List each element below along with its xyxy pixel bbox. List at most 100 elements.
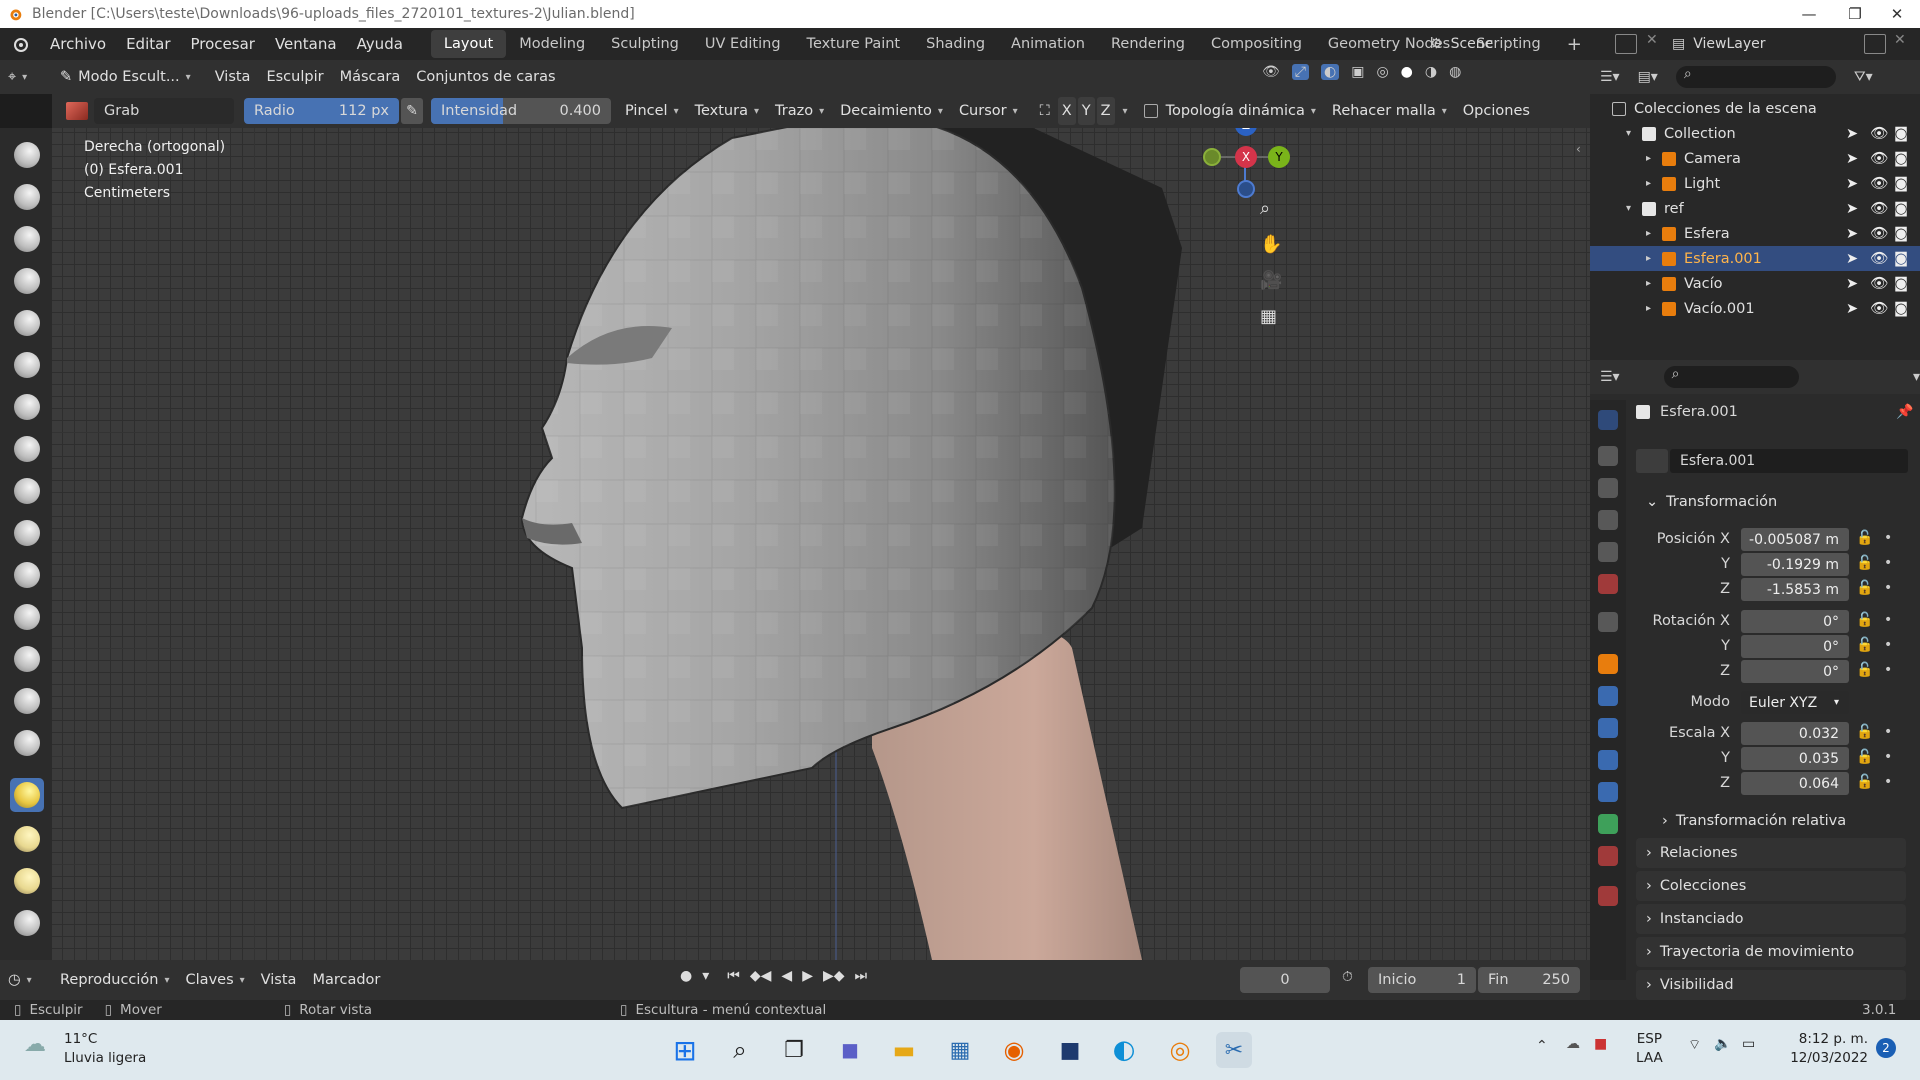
lock-icon[interactable]: 🔓: [1856, 612, 1873, 628]
textura-dropdown[interactable]: Textura ▾: [687, 97, 767, 125]
texture-tab-icon[interactable]: [1598, 886, 1618, 906]
gizmo-neg-z-axis[interactable]: [1237, 180, 1255, 198]
menu-ventana[interactable]: Ventana: [265, 28, 347, 60]
close-button[interactable]: ✕: [1874, 0, 1920, 28]
rotation-mode-dropdown[interactable]: Euler XYZ ▾: [1741, 691, 1849, 714]
lock-icon[interactable]: 🔓: [1856, 662, 1873, 678]
decaimiento-dropdown[interactable]: Decaimiento ▾: [832, 97, 951, 125]
render-camera-icon[interactable]: ◙: [1894, 251, 1908, 267]
tab-sculpting[interactable]: Sculpting: [598, 30, 692, 58]
select-toggle-icon[interactable]: ➤: [1846, 151, 1858, 167]
constraints-tab-icon[interactable]: [1598, 782, 1618, 802]
tool-tab-icon[interactable]: [1598, 410, 1618, 430]
expand-arrow-icon[interactable]: ▸: [1646, 228, 1662, 239]
mode-dropdown[interactable]: ✎ Modo Escult... ▾: [52, 63, 199, 91]
transform-section-header[interactable]: ⌄ Transformación: [1636, 487, 1906, 517]
cursor-dropdown[interactable]: Cursor ▾: [951, 97, 1026, 125]
keyframe-dot-icon[interactable]: •: [1884, 774, 1892, 790]
outliner-row-camera[interactable]: ▸ Camera ➤ 👁 ◙: [1590, 146, 1920, 171]
tool-smooth[interactable]: [10, 516, 44, 550]
camera-view-icon[interactable]: 🎥: [1260, 270, 1282, 291]
render-camera-icon[interactable]: ◙: [1894, 276, 1908, 292]
gizmo-toggle-icon[interactable]: ⤢: [1291, 64, 1309, 80]
tool-layer[interactable]: [10, 348, 44, 382]
3d-viewport[interactable]: Derecha (ortogonal) (0) Esfera.001 Centi…: [52, 128, 1590, 960]
tab-uv-editing[interactable]: UV Editing: [692, 30, 794, 58]
keyframe-dot-icon[interactable]: •: [1884, 555, 1892, 571]
outliner-search-input[interactable]: ⌕: [1675, 66, 1836, 88]
current-frame-field[interactable]: 0: [1240, 967, 1330, 993]
keyframe-dot-icon[interactable]: •: [1884, 580, 1892, 596]
keyframe-dot-icon[interactable]: •: [1884, 724, 1892, 740]
editor-type-dropdown[interactable]: ⌖ ▾: [0, 63, 52, 91]
store-icon[interactable]: ▦: [942, 1032, 978, 1068]
tool-blob[interactable]: [10, 432, 44, 466]
tool-draw-sharp[interactable]: [10, 180, 44, 214]
outliner-row-collection[interactable]: ▾ Collection ➤ 👁 ◙: [1590, 121, 1920, 146]
tool-thumb[interactable]: [10, 906, 44, 940]
tool-fill[interactable]: [10, 600, 44, 634]
lock-icon[interactable]: 🔓: [1856, 530, 1873, 546]
render-camera-icon[interactable]: ◙: [1894, 176, 1908, 192]
select-toggle-icon[interactable]: ➤: [1846, 276, 1858, 292]
start-windows-icon[interactable]: ⊞: [667, 1032, 703, 1068]
render-camera-icon[interactable]: ◙: [1894, 301, 1908, 317]
sidebar-toggle-icon[interactable]: ‹: [1576, 142, 1581, 156]
tool-elastic-deform[interactable]: [10, 822, 44, 856]
sculpt-head-mesh[interactable]: [52, 128, 1590, 960]
properties-search-input[interactable]: ⌕: [1663, 366, 1799, 388]
tab-rendering[interactable]: Rendering: [1098, 30, 1198, 58]
task-view-icon[interactable]: ❐: [776, 1032, 812, 1068]
lock-icon[interactable]: 🔓: [1856, 555, 1873, 571]
symmetry-z-toggle[interactable]: Z: [1096, 97, 1115, 125]
record-icon[interactable]: ●: [680, 968, 692, 984]
keyframe-dot-icon[interactable]: •: [1884, 749, 1892, 765]
render-camera-icon[interactable]: ◙: [1894, 151, 1908, 167]
expand-arrow-icon[interactable]: ▸: [1646, 153, 1662, 164]
expand-arrow-icon[interactable]: ▾: [1626, 203, 1642, 214]
lock-icon[interactable]: 🔓: [1856, 774, 1873, 790]
material-tab-icon[interactable]: [1598, 846, 1618, 866]
overlay-toggle-icon[interactable]: ◐: [1320, 64, 1340, 80]
dyntopo-checkbox[interactable]: [1143, 104, 1158, 118]
outliner-display-mode-icon[interactable]: ▤▾: [1638, 69, 1658, 85]
eye-icon[interactable]: 👁: [1870, 150, 1888, 167]
menu-editar[interactable]: Editar: [116, 28, 180, 60]
physics-tab-icon[interactable]: [1598, 750, 1618, 770]
remesh-dropdown[interactable]: Rehacer malla ▾: [1324, 97, 1455, 125]
tool-clay[interactable]: [10, 222, 44, 256]
menu-esculpir[interactable]: Esculpir: [258, 63, 331, 91]
ortho-grid-icon[interactable]: ▦: [1260, 306, 1277, 327]
rotation-z-field[interactable]: 0°: [1741, 660, 1849, 683]
section-relaciones[interactable]: › Relaciones: [1636, 838, 1906, 868]
delta-transform-header[interactable]: › Transformación relativa: [1636, 806, 1906, 836]
outliner-editor-type-icon[interactable]: ☰▾: [1600, 69, 1620, 85]
jump-end-icon[interactable]: ⏭: [855, 968, 868, 984]
lock-icon[interactable]: 🔓: [1856, 637, 1873, 653]
lock-icon[interactable]: 🔓: [1856, 749, 1873, 765]
shading-material-icon[interactable]: ◑: [1425, 64, 1437, 80]
shading-solid-icon[interactable]: ●: [1401, 64, 1413, 80]
lock-icon[interactable]: 🔓: [1856, 724, 1873, 740]
render-camera-icon[interactable]: ◙: [1894, 201, 1908, 217]
expand-arrow-icon[interactable]: ▾: [1626, 128, 1642, 139]
viewlayer-selector[interactable]: ▤ ViewLayer: [1672, 30, 1872, 58]
select-toggle-icon[interactable]: ➤: [1846, 251, 1858, 267]
eye-icon[interactable]: 👁: [1870, 200, 1888, 217]
minimize-button[interactable]: —: [1786, 0, 1832, 28]
tool-grab[interactable]: [10, 778, 44, 812]
wifi-icon[interactable]: ⌔: [1688, 1036, 1701, 1054]
dyntopo-dropdown[interactable]: Topología dinámica ▾: [1158, 97, 1324, 125]
scene-selector[interactable]: ⚙ Scene: [1430, 30, 1600, 58]
notification-badge[interactable]: 2: [1876, 1038, 1896, 1058]
app-shield-icon[interactable]: ■: [1052, 1032, 1088, 1068]
strength-slider[interactable]: Intensidad 0.400: [431, 98, 611, 124]
filter-icon[interactable]: ⛛▾: [1854, 69, 1873, 85]
scale-y-field[interactable]: 0.035: [1741, 747, 1849, 770]
collection-tab-icon[interactable]: [1598, 612, 1618, 632]
menu-conjuntos-caras[interactable]: Conjuntos de caras: [408, 63, 563, 91]
particles-tab-icon[interactable]: [1598, 718, 1618, 738]
location-x-field[interactable]: -0.005087 m: [1741, 528, 1849, 551]
trazo-dropdown[interactable]: Trazo ▾: [767, 97, 832, 125]
firefox-icon[interactable]: ◉: [996, 1032, 1032, 1068]
